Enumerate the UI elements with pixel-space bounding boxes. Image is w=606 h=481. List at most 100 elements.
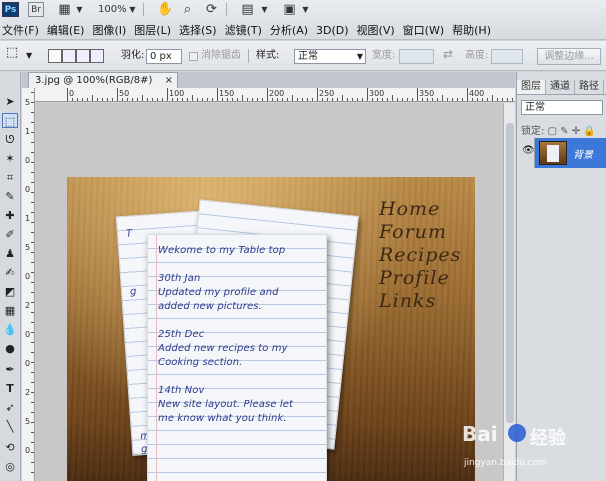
close-icon[interactable]: × xyxy=(165,73,173,88)
blur-tool-icon[interactable]: 💧 xyxy=(2,322,18,337)
lasso-tool-icon[interactable]: ᘎ xyxy=(2,132,18,147)
ruler-minor-tick xyxy=(31,442,34,443)
pen-tool-icon[interactable]: ✒ xyxy=(2,362,18,377)
eraser-tool-icon[interactable]: ◩ xyxy=(2,284,18,299)
style-select[interactable]: 正常 ▼ xyxy=(294,49,366,64)
ruler-minor-tick xyxy=(127,98,128,101)
layer-row-background[interactable]: 👁 背景 xyxy=(517,138,606,168)
clone-stamp-tool-icon[interactable]: ♟ xyxy=(2,246,18,261)
marquee-tool-icon[interactable]: ⬚ xyxy=(2,113,18,128)
ruler-minor-tick xyxy=(31,92,34,93)
layer-visibility-toggle[interactable]: 👁 xyxy=(517,138,535,168)
menu-window[interactable]: 窗口(W) xyxy=(401,22,450,39)
menu-select[interactable]: 选择(S) xyxy=(177,22,223,39)
subtract-from-selection-icon[interactable] xyxy=(76,49,90,63)
hand-tool-icon[interactable]: ✋ xyxy=(157,2,173,17)
zoom-level-select[interactable]: 100% xyxy=(98,2,127,17)
ruler-minor-tick xyxy=(31,432,34,433)
intersect-selection-icon[interactable] xyxy=(90,49,104,63)
lock-position-icon[interactable]: ✛ xyxy=(572,126,580,137)
scrollbar-thumb[interactable] xyxy=(506,123,514,423)
zoom-tool-icon[interactable]: ⌕ xyxy=(180,2,195,17)
ruler-minor-tick xyxy=(482,98,483,101)
ruler-minor-tick xyxy=(412,98,413,101)
ruler-minor-tick xyxy=(112,98,113,101)
ruler-minor-tick xyxy=(277,98,278,101)
ruler-label: 0 xyxy=(25,185,31,194)
path-selection-tool-icon[interactable]: ➶ xyxy=(2,400,18,415)
crop-tool-icon[interactable]: ⌗ xyxy=(2,170,18,185)
view-extras-icon[interactable]: ▦ xyxy=(57,2,72,17)
ruler-minor-tick xyxy=(31,312,34,313)
refine-edge-button[interactable]: 调整边缘... xyxy=(537,48,601,65)
lock-image-icon[interactable]: ✎ xyxy=(560,126,568,137)
menu-layer[interactable]: 图层(L) xyxy=(132,22,177,39)
menu-edit[interactable]: 编辑(E) xyxy=(45,22,91,39)
tab-paths[interactable]: 路径 xyxy=(575,80,604,94)
menu-filter[interactable]: 滤镜(T) xyxy=(223,22,268,39)
menu-help[interactable]: 帮助(H) xyxy=(450,22,497,39)
vertical-ruler: 5 1 0 0 1 5 0 2 0 0 2 5 0 xyxy=(22,88,35,481)
menu-3d[interactable]: 3D(D) xyxy=(314,22,355,39)
3d-orbit-tool-icon[interactable]: ◎ xyxy=(2,459,18,474)
menu-file[interactable]: 文件(F) xyxy=(0,22,45,39)
rotate-view-icon[interactable]: ⟳ xyxy=(204,2,219,17)
ruler-label: 0 xyxy=(25,272,31,281)
menu-view[interactable]: 视图(V) xyxy=(355,22,401,39)
bridge-button[interactable]: Br xyxy=(28,2,44,17)
ruler-minor-tick xyxy=(407,98,408,101)
ruler-minor-tick xyxy=(31,292,34,293)
ruler-minor-tick xyxy=(31,122,34,123)
chevron-down-icon[interactable]: ▼ xyxy=(72,2,87,17)
toolbar-separator xyxy=(226,3,227,16)
brush-tool-icon[interactable]: ✐ xyxy=(2,227,18,242)
new-selection-icon[interactable] xyxy=(48,49,62,63)
marquee-tool-preset-icon[interactable]: ⬚ xyxy=(6,46,18,60)
feather-input[interactable]: 0 px xyxy=(146,49,182,64)
eyedropper-tool-icon[interactable]: ✎ xyxy=(2,189,18,204)
ruler-minor-tick xyxy=(147,98,148,101)
note-line: Cooking section. xyxy=(158,357,243,368)
gradient-tool-icon[interactable]: ▦ xyxy=(2,303,18,318)
note-line: 30th Jan xyxy=(158,273,201,284)
menu-image[interactable]: 图像(I) xyxy=(90,22,132,39)
ruler-minor-tick xyxy=(31,192,34,193)
antialias-checkbox[interactable] xyxy=(189,52,198,61)
document-image[interactable]: T g my go Wekome to my Table top 30th Ja… xyxy=(67,177,475,481)
chevron-down-icon[interactable]: ▼ xyxy=(298,2,313,17)
move-tool-icon[interactable]: ➤ xyxy=(2,94,18,109)
document-tab[interactable]: 3.jpg @ 100%(RGB/8#) × xyxy=(28,72,178,88)
chevron-down-icon[interactable]: ▼ xyxy=(125,2,140,17)
ruler-minor-tick xyxy=(252,98,253,101)
swap-dimensions-icon[interactable]: ⇄ xyxy=(443,47,453,61)
ruler-minor-tick xyxy=(202,98,203,101)
magic-wand-tool-icon[interactable]: ✶ xyxy=(2,151,18,166)
width-input[interactable] xyxy=(399,49,434,64)
chevron-down-icon[interactable]: ▼ xyxy=(257,2,272,17)
ruler-label: 400 xyxy=(469,89,485,98)
tab-channels[interactable]: 通道 xyxy=(546,80,575,94)
baidu-watermark: Bai 经验 jingyan.baidu.com xyxy=(462,420,602,478)
height-input[interactable] xyxy=(491,49,523,64)
lock-all-icon[interactable]: 🔒 xyxy=(583,126,595,137)
ruler-label: 50 xyxy=(119,89,130,98)
3d-rotate-tool-icon[interactable]: ⟲ xyxy=(2,440,18,455)
ruler-minor-tick xyxy=(182,98,183,101)
tab-layers[interactable]: 图层 xyxy=(517,80,546,94)
menu-analysis[interactable]: 分析(A) xyxy=(268,22,314,39)
dodge-tool-icon[interactable]: ● xyxy=(2,341,18,356)
history-brush-tool-icon[interactable]: ✍ xyxy=(2,265,18,280)
chevron-down-icon[interactable]: ▼ xyxy=(26,49,32,63)
lock-transparent-icon[interactable]: ▢ xyxy=(548,126,557,137)
screen-mode-icon[interactable]: ▣ xyxy=(282,2,297,17)
healing-brush-tool-icon[interactable]: ✚ xyxy=(2,208,18,223)
line-tool-icon[interactable]: ╲ xyxy=(2,419,18,434)
blend-mode-select[interactable]: 正常 xyxy=(521,100,603,115)
ruler-minor-tick xyxy=(302,98,303,101)
ruler-minor-tick xyxy=(207,98,208,101)
type-tool-icon[interactable]: T xyxy=(2,381,18,396)
layer-thumbnail xyxy=(539,141,567,165)
arrange-documents-icon[interactable]: ▤ xyxy=(240,2,255,17)
ruler-minor-tick xyxy=(31,262,34,263)
add-to-selection-icon[interactable] xyxy=(62,49,76,63)
